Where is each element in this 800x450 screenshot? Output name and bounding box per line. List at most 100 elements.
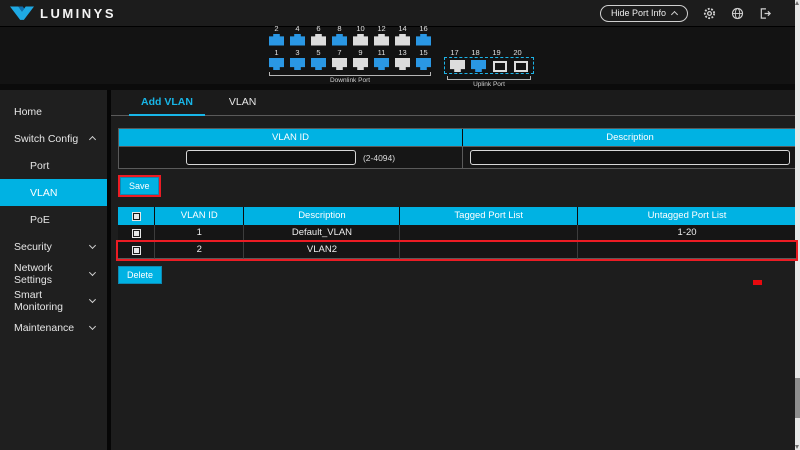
rj45-port-icon	[353, 34, 368, 46]
port-5[interactable]	[308, 57, 329, 70]
table-row-vlan-1[interactable]: 1Default_VLAN1-20	[118, 225, 796, 242]
globe-icon[interactable]	[730, 6, 744, 20]
description-cell	[462, 146, 797, 168]
port-8[interactable]	[329, 33, 350, 46]
port-9[interactable]	[350, 57, 371, 70]
port-numbers-uplink: 17181920	[444, 48, 534, 57]
port-visualization: 246810121416 13579111315 Downlink Port 1…	[266, 24, 534, 88]
sfp-port-icon	[514, 61, 528, 72]
sidebar-item-security[interactable]: Security	[0, 233, 107, 260]
brand-logo: LUMINYS	[10, 5, 116, 21]
rj45-port-icon	[416, 58, 431, 70]
port-info-panel: 246810121416 13579111315 Downlink Port 1…	[0, 27, 800, 90]
port-12[interactable]	[371, 33, 392, 46]
port-number-label: 14	[392, 24, 413, 33]
sidebar-item-maintenance[interactable]: Maintenance	[0, 314, 107, 341]
form-header-row: VLAN ID Description	[119, 129, 797, 146]
port-number-label: 12	[371, 24, 392, 33]
port-18[interactable]	[468, 59, 489, 72]
rj45-port-icon	[332, 58, 347, 70]
port-6[interactable]	[308, 33, 329, 46]
brand-name: LUMINYS	[40, 6, 116, 21]
sidebar-item-label: Security	[14, 241, 52, 253]
port-20[interactable]	[510, 59, 531, 72]
sidebar-item-label: Port	[30, 160, 49, 172]
description-input[interactable]	[470, 150, 791, 165]
scroll-up-arrow-icon[interactable]	[795, 1, 799, 5]
row-checkbox[interactable]	[132, 229, 141, 238]
column-header-description: Description	[243, 207, 399, 225]
vlan-id-input[interactable]	[186, 150, 356, 165]
vlan-id-range-hint: (2-4094)	[363, 153, 395, 163]
port-4[interactable]	[287, 33, 308, 46]
port-number-label: 9	[350, 48, 371, 57]
port-number-label: 15	[413, 48, 434, 57]
port-row-even	[266, 33, 434, 46]
column-header-untagged-port-list: Untagged Port List	[577, 207, 796, 225]
scroll-down-arrow-icon[interactable]	[795, 445, 799, 449]
port-number-label: 10	[350, 24, 371, 33]
port-number-label: 20	[507, 48, 528, 57]
save-button[interactable]: Save	[120, 177, 159, 195]
port-numbers-odd: 13579111315	[266, 48, 434, 57]
port-3[interactable]	[287, 57, 308, 70]
cell-tagged-port-list	[399, 242, 577, 259]
rj45-port-icon	[353, 58, 368, 70]
hide-port-info-button[interactable]: Hide Port Info	[600, 5, 688, 22]
rj45-port-icon	[311, 34, 326, 46]
delete-button[interactable]: Delete	[118, 266, 162, 284]
vlan-id-cell: (2-4094)	[119, 146, 462, 168]
form-input-row: (2-4094)	[119, 146, 797, 168]
select-all-checkbox[interactable]	[132, 212, 141, 221]
logout-icon[interactable]	[758, 6, 772, 20]
sidebar-item-label: Home	[14, 106, 42, 118]
table-row-vlan-2[interactable]: 2VLAN2	[118, 242, 796, 259]
downlink-bracket	[269, 72, 431, 76]
port-7[interactable]	[329, 57, 350, 70]
sidebar-item-network-settings[interactable]: Network Settings	[0, 260, 107, 287]
port-17[interactable]	[447, 59, 468, 72]
scrollbar-thumb[interactable]	[795, 378, 800, 418]
sidebar-item-smart-monitoring[interactable]: Smart Monitoring	[0, 287, 107, 314]
port-10[interactable]	[350, 33, 371, 46]
port-15[interactable]	[413, 57, 434, 70]
port-19[interactable]	[489, 59, 510, 72]
sidebar-item-port[interactable]: Port	[0, 152, 107, 179]
downlink-port-group: 246810121416 13579111315 Downlink Port	[266, 24, 434, 88]
rj45-port-icon	[416, 34, 431, 46]
port-number-label: 16	[413, 24, 434, 33]
sidebar-item-switch-config[interactable]: Switch Config	[0, 125, 107, 152]
port-16[interactable]	[413, 33, 434, 46]
page-scrollbar[interactable]	[795, 0, 800, 450]
hide-port-info-label: Hide Port Info	[611, 8, 666, 18]
port-number-label: 6	[308, 24, 329, 33]
content-area: Add VLANVLAN VLAN ID Description (2-4094…	[111, 90, 800, 450]
port-11[interactable]	[371, 57, 392, 70]
annotation-red-marker	[753, 280, 762, 285]
sidebar-item-poe[interactable]: PoE	[0, 206, 107, 233]
port-numbers-even: 246810121416	[266, 24, 434, 33]
port-2[interactable]	[266, 33, 287, 46]
column-header-tagged-port-list: Tagged Port List	[399, 207, 577, 225]
gear-icon[interactable]	[702, 6, 716, 20]
sidebar-item-vlan[interactable]: VLAN	[0, 179, 107, 206]
sidebar-item-home[interactable]: Home	[0, 98, 107, 125]
port-number-label: 11	[371, 48, 392, 57]
chevron-up-icon	[671, 10, 678, 17]
cell-tagged-port-list	[399, 225, 577, 242]
rj45-port-icon	[374, 34, 389, 46]
port-1[interactable]	[266, 57, 287, 70]
table-header-row: VLAN IDDescriptionTagged Port ListUntagg…	[118, 207, 796, 225]
port-13[interactable]	[392, 57, 413, 70]
vlan-table: VLAN IDDescriptionTagged Port ListUntagg…	[118, 207, 796, 259]
tab-add-vlan[interactable]: Add VLAN	[123, 90, 211, 116]
sfp-port-icon	[493, 61, 507, 72]
rj45-port-icon	[290, 34, 305, 46]
downlink-port-label: Downlink Port	[266, 77, 434, 84]
port-number-label: 2	[266, 24, 287, 33]
row-checkbox[interactable]	[132, 246, 141, 255]
port-14[interactable]	[392, 33, 413, 46]
vlan-id-column-header: VLAN ID	[119, 129, 462, 146]
port-row-odd	[266, 57, 434, 70]
tab-vlan[interactable]: VLAN	[211, 90, 274, 116]
